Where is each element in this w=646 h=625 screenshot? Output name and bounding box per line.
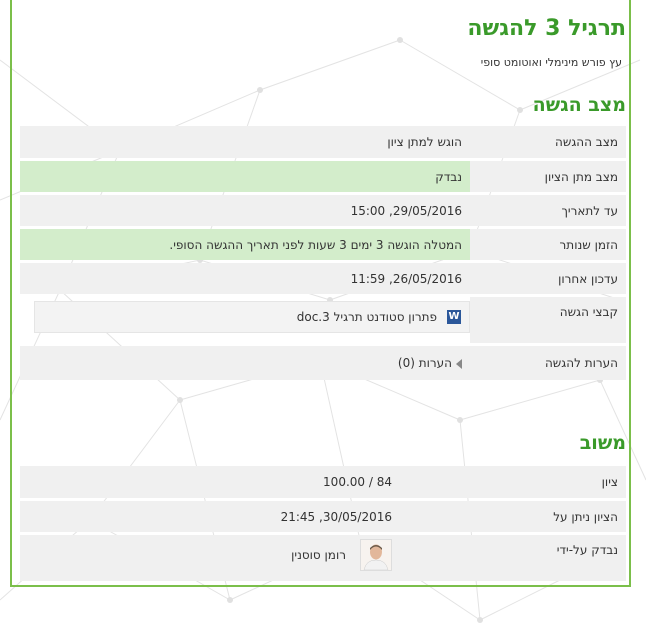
table-row: נבדק על-ידי רומן סוסנין <box>20 535 626 581</box>
row-value: 26/05/2016, 11:59 <box>20 263 470 294</box>
grade-value: 84 / 100.00 <box>20 466 400 498</box>
time-remaining-value: המטלה הוגשה 3 ימים 3 שעות לפני תאריך ההג… <box>20 229 470 260</box>
row-label: מצב מתן הציון <box>470 161 626 192</box>
row-label: עדכון אחרון <box>470 263 626 294</box>
table-row: קבצי הגשה W פתרון סטודנט תרגיל 3.doc <box>20 297 626 343</box>
table-row: ציון 84 / 100.00 <box>20 466 626 498</box>
row-label: מצב ההגשה <box>470 126 626 158</box>
grader-cell: רומן סוסנין <box>20 535 400 581</box>
table-row: מצב ההגשה הוגש למתן ציון <box>20 126 626 158</box>
row-label: עד לתאריך <box>470 195 626 226</box>
comments-toggle[interactable]: הערות (0) <box>398 356 452 370</box>
row-label: ציון <box>400 466 626 498</box>
expand-triangle-icon[interactable] <box>456 358 462 369</box>
comments-cell: הערות (0) <box>20 346 470 380</box>
table-row: עדכון אחרון 26/05/2016, 11:59 <box>20 263 626 294</box>
row-value: 30/05/2016, 21:45 <box>20 501 400 532</box>
file-tree: W פתרון סטודנט תרגיל 3.doc <box>34 301 470 333</box>
table-row: הערות להגשה הערות (0) <box>20 346 626 380</box>
row-label: קבצי הגשה <box>470 297 626 343</box>
avatar <box>360 539 392 571</box>
grader-name[interactable]: רומן סוסנין <box>291 548 346 562</box>
row-label: נבדק על-ידי <box>400 535 626 581</box>
row-label: הזמן שנותר <box>470 229 626 260</box>
table-row: הציון ניתן על 30/05/2016, 21:45 <box>20 501 626 532</box>
feedback-table: ציון 84 / 100.00 הציון ניתן על 30/05/201… <box>20 463 626 584</box>
page-title: תרגיל 3 להגשה <box>467 16 626 41</box>
table-row: עד לתאריך 29/05/2016, 15:00 <box>20 195 626 226</box>
word-doc-icon: W <box>447 310 461 324</box>
row-label: הציון ניתן על <box>400 501 626 532</box>
submission-status-table: מצב ההגשה הוגש למתן ציון מצב מתן הציון נ… <box>20 123 626 383</box>
row-value: 29/05/2016, 15:00 <box>20 195 470 226</box>
feedback-heading: משוב <box>579 432 626 454</box>
row-label: הערות להגשה <box>470 346 626 380</box>
row-value: הוגש למתן ציון <box>20 126 470 158</box>
grading-status-value: נבדק <box>20 161 470 192</box>
assignment-description: עץ פורש מינימלי ואוטומט סופי <box>480 56 622 69</box>
table-row: הזמן שנותר המטלה הוגשה 3 ימים 3 שעות לפנ… <box>20 229 626 260</box>
submitted-file-link[interactable]: פתרון סטודנט תרגיל 3.doc <box>297 310 437 324</box>
submission-status-heading: מצב הגשה <box>532 94 626 116</box>
table-row: מצב מתן הציון נבדק <box>20 161 626 192</box>
